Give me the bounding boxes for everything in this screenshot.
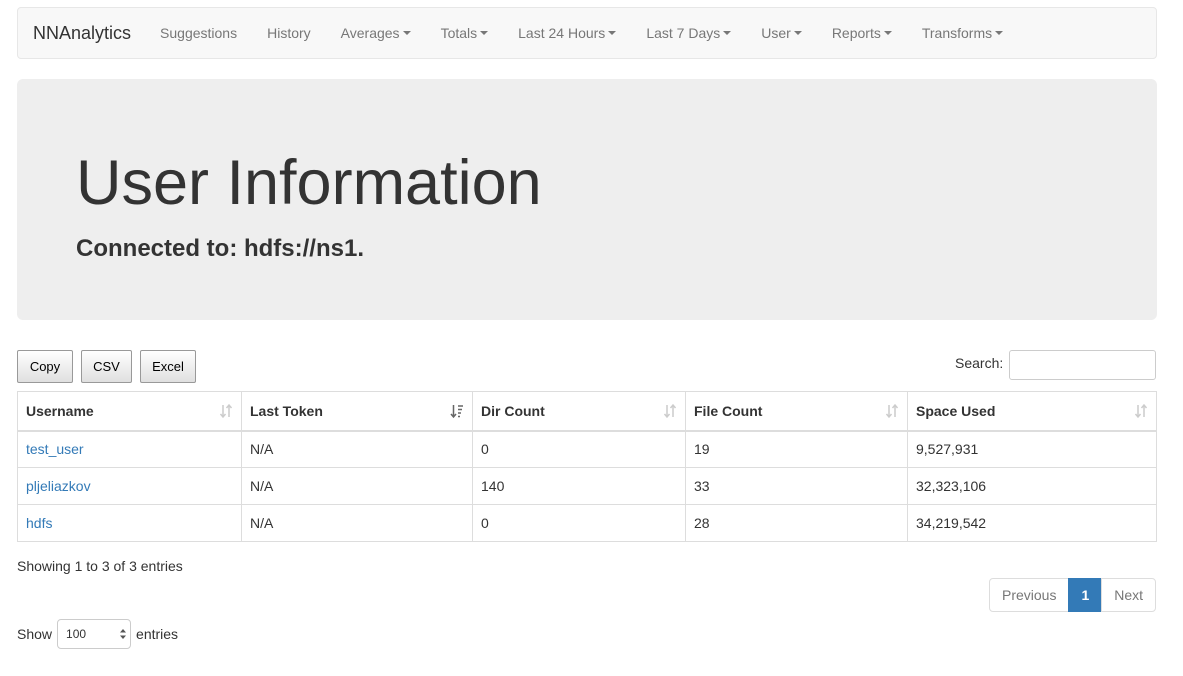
nav-user-dropdown[interactable]: User	[746, 8, 817, 58]
table-row: test_user N/A 0 19 9,527,931	[17, 430, 1157, 468]
next-page-button[interactable]: Next	[1101, 578, 1157, 612]
table-row: pljeliazkov N/A 140 33 32,323,106	[17, 467, 1157, 505]
nav-last-7-days-dropdown[interactable]: Last 7 Days	[631, 8, 746, 58]
username-link[interactable]: hdfs	[26, 515, 52, 531]
caret-down-icon	[883, 31, 892, 35]
table-info: Showing 1 to 3 of 3 entries	[17, 558, 183, 574]
column-header-dir-count[interactable]: Dir Count	[472, 391, 686, 432]
nav-transforms-dropdown[interactable]: Transforms	[907, 8, 1018, 58]
nav-suggestions[interactable]: Suggestions	[145, 8, 252, 58]
page-length-value: 100	[66, 627, 87, 641]
column-label: Last Token	[250, 402, 323, 419]
sort-both-icon	[219, 403, 233, 419]
nav-label: Averages	[340, 25, 400, 41]
nav-label: Totals	[440, 25, 478, 41]
page-length-select[interactable]: 100	[57, 619, 132, 649]
username-cell: test_user	[17, 430, 242, 468]
page-1-button[interactable]: 1	[1068, 578, 1103, 612]
caret-down-icon	[995, 31, 1004, 35]
nav-averages-dropdown[interactable]: Averages	[326, 8, 426, 58]
dir-count-cell: 140	[472, 467, 686, 505]
space-used-cell: 32,323,106	[907, 467, 1157, 505]
caret-down-icon	[480, 31, 489, 35]
caret-down-icon	[793, 31, 802, 35]
caret-down-icon	[608, 31, 617, 35]
column-header-file-count[interactable]: File Count	[685, 391, 908, 432]
column-label: Space Used	[916, 402, 996, 419]
column-header-username[interactable]: Username	[17, 391, 242, 432]
select-arrows-icon	[120, 629, 127, 639]
last-token-cell: N/A	[241, 467, 473, 505]
last-token-cell: N/A	[241, 430, 473, 468]
search-input[interactable]	[1009, 350, 1156, 380]
nav-label: History	[267, 25, 311, 41]
connection-subtitle: Connected to: hdfs://ns1.	[76, 235, 364, 262]
column-label: Username	[26, 402, 94, 419]
file-count-cell: 33	[685, 467, 908, 505]
file-count-cell: 19	[685, 430, 908, 468]
file-count-cell: 28	[685, 504, 908, 542]
nav-label: Reports	[831, 25, 881, 41]
dir-count-cell: 0	[472, 504, 686, 542]
show-label: Show	[17, 626, 53, 642]
last-token-cell: N/A	[241, 504, 473, 542]
nav-label: User	[761, 25, 791, 41]
users-table: Username Last Token Dir Count File Count…	[17, 391, 1157, 542]
nav-label: Last 24 Hours	[518, 25, 606, 41]
sort-both-icon	[663, 403, 677, 419]
top-navbar: NNAnalytics Suggestions History Averages…	[17, 7, 1157, 59]
space-used-cell: 34,219,542	[907, 504, 1157, 542]
header-jumbotron: User Information Connected to: hdfs://ns…	[17, 79, 1157, 320]
search-label: Search:	[955, 355, 1004, 371]
copy-button[interactable]: Copy	[17, 350, 73, 383]
excel-button[interactable]: Excel	[140, 350, 196, 383]
nav-label: Suggestions	[160, 25, 238, 41]
sort-descending-icon	[450, 405, 463, 419]
username-link[interactable]: pljeliazkov	[26, 478, 91, 494]
nav-reports-dropdown[interactable]: Reports	[817, 8, 907, 58]
pagination: Previous 1 Next	[989, 578, 1157, 612]
page-length-control: Show 100 entries	[17, 619, 178, 649]
nav-totals-dropdown[interactable]: Totals	[426, 8, 504, 58]
dir-count-cell: 0	[472, 430, 686, 468]
username-cell: pljeliazkov	[17, 467, 242, 505]
page-title: User Information	[76, 148, 542, 218]
column-label: File Count	[694, 402, 763, 419]
entries-label: entries	[136, 626, 179, 642]
table-header-row: Username Last Token Dir Count File Count…	[17, 391, 1157, 432]
nav-history[interactable]: History	[252, 8, 326, 58]
nav-label: Last 7 Days	[646, 25, 721, 41]
table-row: hdfs N/A 0 28 34,219,542	[17, 504, 1157, 542]
caret-down-icon	[402, 31, 411, 35]
csv-button[interactable]: CSV	[81, 350, 132, 383]
column-header-last-token[interactable]: Last Token	[241, 391, 473, 432]
column-header-space-used[interactable]: Space Used	[907, 391, 1157, 432]
space-used-cell: 9,527,931	[907, 430, 1157, 468]
caret-down-icon	[723, 31, 732, 35]
sort-both-icon	[1134, 403, 1148, 419]
sort-both-icon	[885, 403, 899, 419]
username-cell: hdfs	[17, 504, 242, 542]
brand-link[interactable]: NNAnalytics	[18, 8, 131, 58]
nav-label: Transforms	[921, 25, 993, 41]
nav-last-24-hours-dropdown[interactable]: Last 24 Hours	[503, 8, 631, 58]
username-link[interactable]: test_user	[26, 441, 84, 457]
previous-page-button[interactable]: Previous	[989, 578, 1070, 612]
column-label: Dir Count	[481, 402, 545, 419]
